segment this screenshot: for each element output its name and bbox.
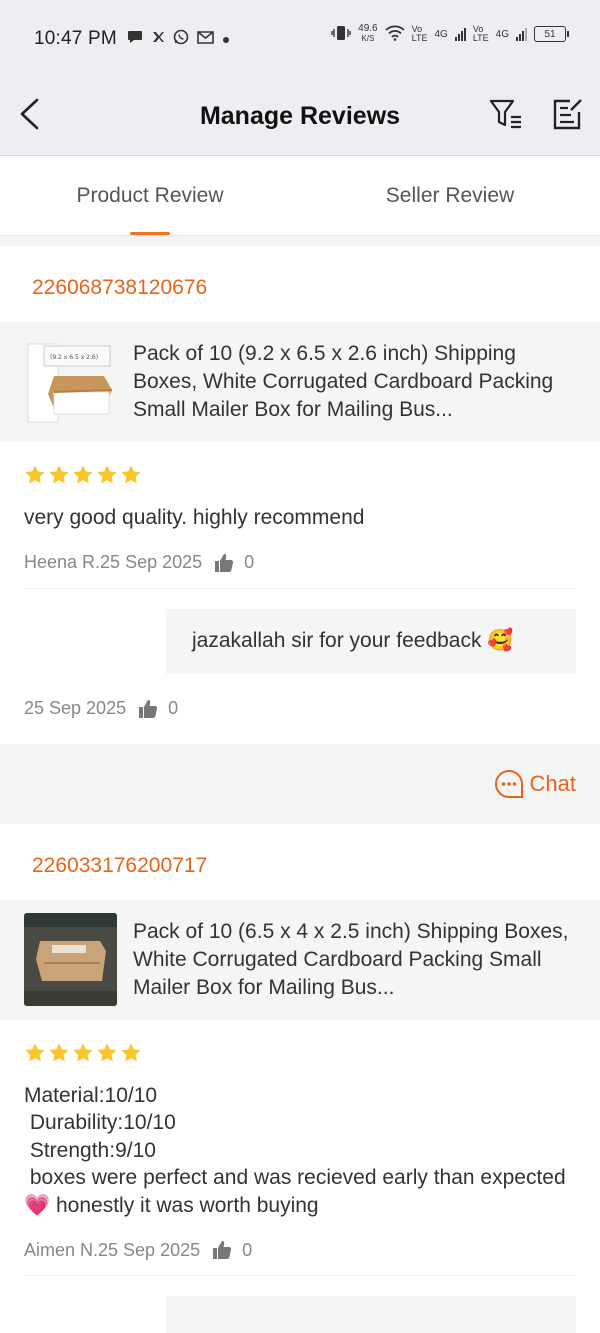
thumbs-up-icon[interactable] — [214, 553, 234, 573]
back-button[interactable] — [10, 94, 50, 134]
volte-2: Vo LTE — [472, 24, 489, 43]
thumbs-up-icon[interactable] — [212, 1240, 232, 1260]
product-image — [24, 913, 117, 1006]
star-icon — [121, 1042, 141, 1061]
star-icon — [25, 1042, 45, 1061]
review-text: very good quality. highly recommend — [24, 506, 365, 529]
filter-button[interactable] — [486, 94, 526, 134]
network-type-1: 4G — [434, 28, 448, 40]
like-count: 0 — [244, 552, 255, 572]
order-id[interactable]: 226033176200717 — [0, 824, 600, 900]
notification-icons — [127, 29, 230, 49]
review-card: 226033176200717 Pack of 10 (6.5 x 4 x 2.… — [0, 823, 600, 1333]
signal-icon-2 — [516, 27, 527, 41]
chat-bubble-icon — [127, 30, 143, 48]
section-gap — [0, 236, 600, 246]
star-rating — [24, 464, 576, 486]
product-image: (9.2 x 6.5 x 2.6) — [24, 335, 117, 429]
review-text: Material:10/10 Durability:10/10 Strength… — [24, 1083, 566, 1217]
chat-button[interactable]: Chat — [494, 769, 576, 799]
whatsapp-icon — [173, 29, 189, 49]
chat-bar: Chat — [0, 743, 600, 824]
reviews-list: 226068738120676 (9.2 x 6.5 x 2.6) Pack o… — [0, 236, 600, 1333]
volte-1: Vo LTE — [411, 24, 428, 43]
divider — [24, 1275, 576, 1276]
reviewer-and-date: Heena R.25 Sep 2025 — [24, 552, 203, 572]
page-title: Manage Reviews — [199, 102, 401, 130]
review-body: very good quality. highly recommend Heen… — [0, 442, 600, 576]
star-icon — [49, 1042, 69, 1061]
vibrate-icon — [331, 25, 351, 44]
star-icon — [73, 1042, 93, 1061]
star-icon — [49, 465, 69, 484]
network-type-2: 4G — [495, 28, 509, 40]
star-icon — [97, 1042, 117, 1061]
star-icon — [121, 465, 141, 484]
review-meta: Heena R.25 Sep 2025 0 — [24, 550, 576, 576]
gmail-icon — [197, 30, 214, 48]
reply-meta: 25 Sep 2025 0 — [0, 696, 600, 722]
signal-icon-1 — [454, 27, 466, 41]
product-row[interactable]: Pack of 10 (6.5 x 4 x 2.5 inch) Shipping… — [0, 899, 600, 1020]
product-row[interactable]: (9.2 x 6.5 x 2.6) Pack of 10 (9.2 x 6.5 … — [0, 322, 600, 442]
svg-text:(9.2 x 6.5 x 2.6): (9.2 x 6.5 x 2.6) — [50, 354, 98, 361]
product-name: Pack of 10 (6.5 x 4 x 2.5 inch) Shipping… — [133, 919, 569, 999]
star-rating — [24, 1042, 576, 1064]
edit-icon — [553, 99, 582, 130]
star-icon — [73, 465, 93, 484]
chat-label: Chat — [529, 770, 576, 796]
reply-like-count: 0 — [168, 698, 179, 718]
review-meta: Aimen N.25 Sep 2025 0 — [24, 1237, 576, 1263]
review-body: Material:10/10 Durability:10/10 Strength… — [0, 1020, 600, 1264]
review-card: 226068738120676 (9.2 x 6.5 x 2.6) Pack o… — [0, 246, 600, 824]
seller-reply-partial — [166, 1296, 576, 1333]
order-id[interactable]: 226068738120676 — [0, 246, 600, 322]
status-time: 10:47 PM — [34, 28, 117, 49]
seller-reply: jazakallah sir for your feedback 🥰 — [166, 608, 576, 674]
dot-icon — [222, 31, 230, 48]
status-bar: 10:47 PM 49.6 K/S Vo LTE 4G Vo LTE 4G 51 — [0, 0, 600, 78]
bird-icon — [151, 30, 165, 48]
thumbs-up-icon[interactable] — [138, 699, 158, 719]
filter-icon — [489, 99, 521, 129]
divider — [24, 587, 576, 589]
reviewer-and-date: Aimen N.25 Sep 2025 — [24, 1239, 201, 1260]
write-review-button[interactable] — [548, 94, 588, 134]
net-speed: 49.6 K/S — [358, 23, 378, 44]
product-name: Pack of 10 (9.2 x 6.5 x 2.6 inch) Shippi… — [133, 342, 554, 421]
like-count: 0 — [242, 1239, 253, 1260]
tab-seller-review[interactable]: Seller Review — [300, 156, 600, 235]
wifi-icon — [385, 25, 405, 44]
reply-date: 25 Sep 2025 — [24, 698, 127, 718]
app-header: Manage Reviews — [0, 78, 600, 156]
battery-icon: 51 — [534, 26, 569, 42]
chevron-left-icon — [20, 98, 39, 130]
status-right: 49.6 K/S Vo LTE 4G Vo LTE 4G 51 — [331, 23, 569, 44]
chat-icon — [494, 769, 523, 798]
review-tabs: Product Review Seller Review — [0, 156, 600, 236]
star-icon — [25, 465, 45, 484]
star-icon — [97, 465, 117, 484]
tab-product-review[interactable]: Product Review — [0, 156, 300, 235]
